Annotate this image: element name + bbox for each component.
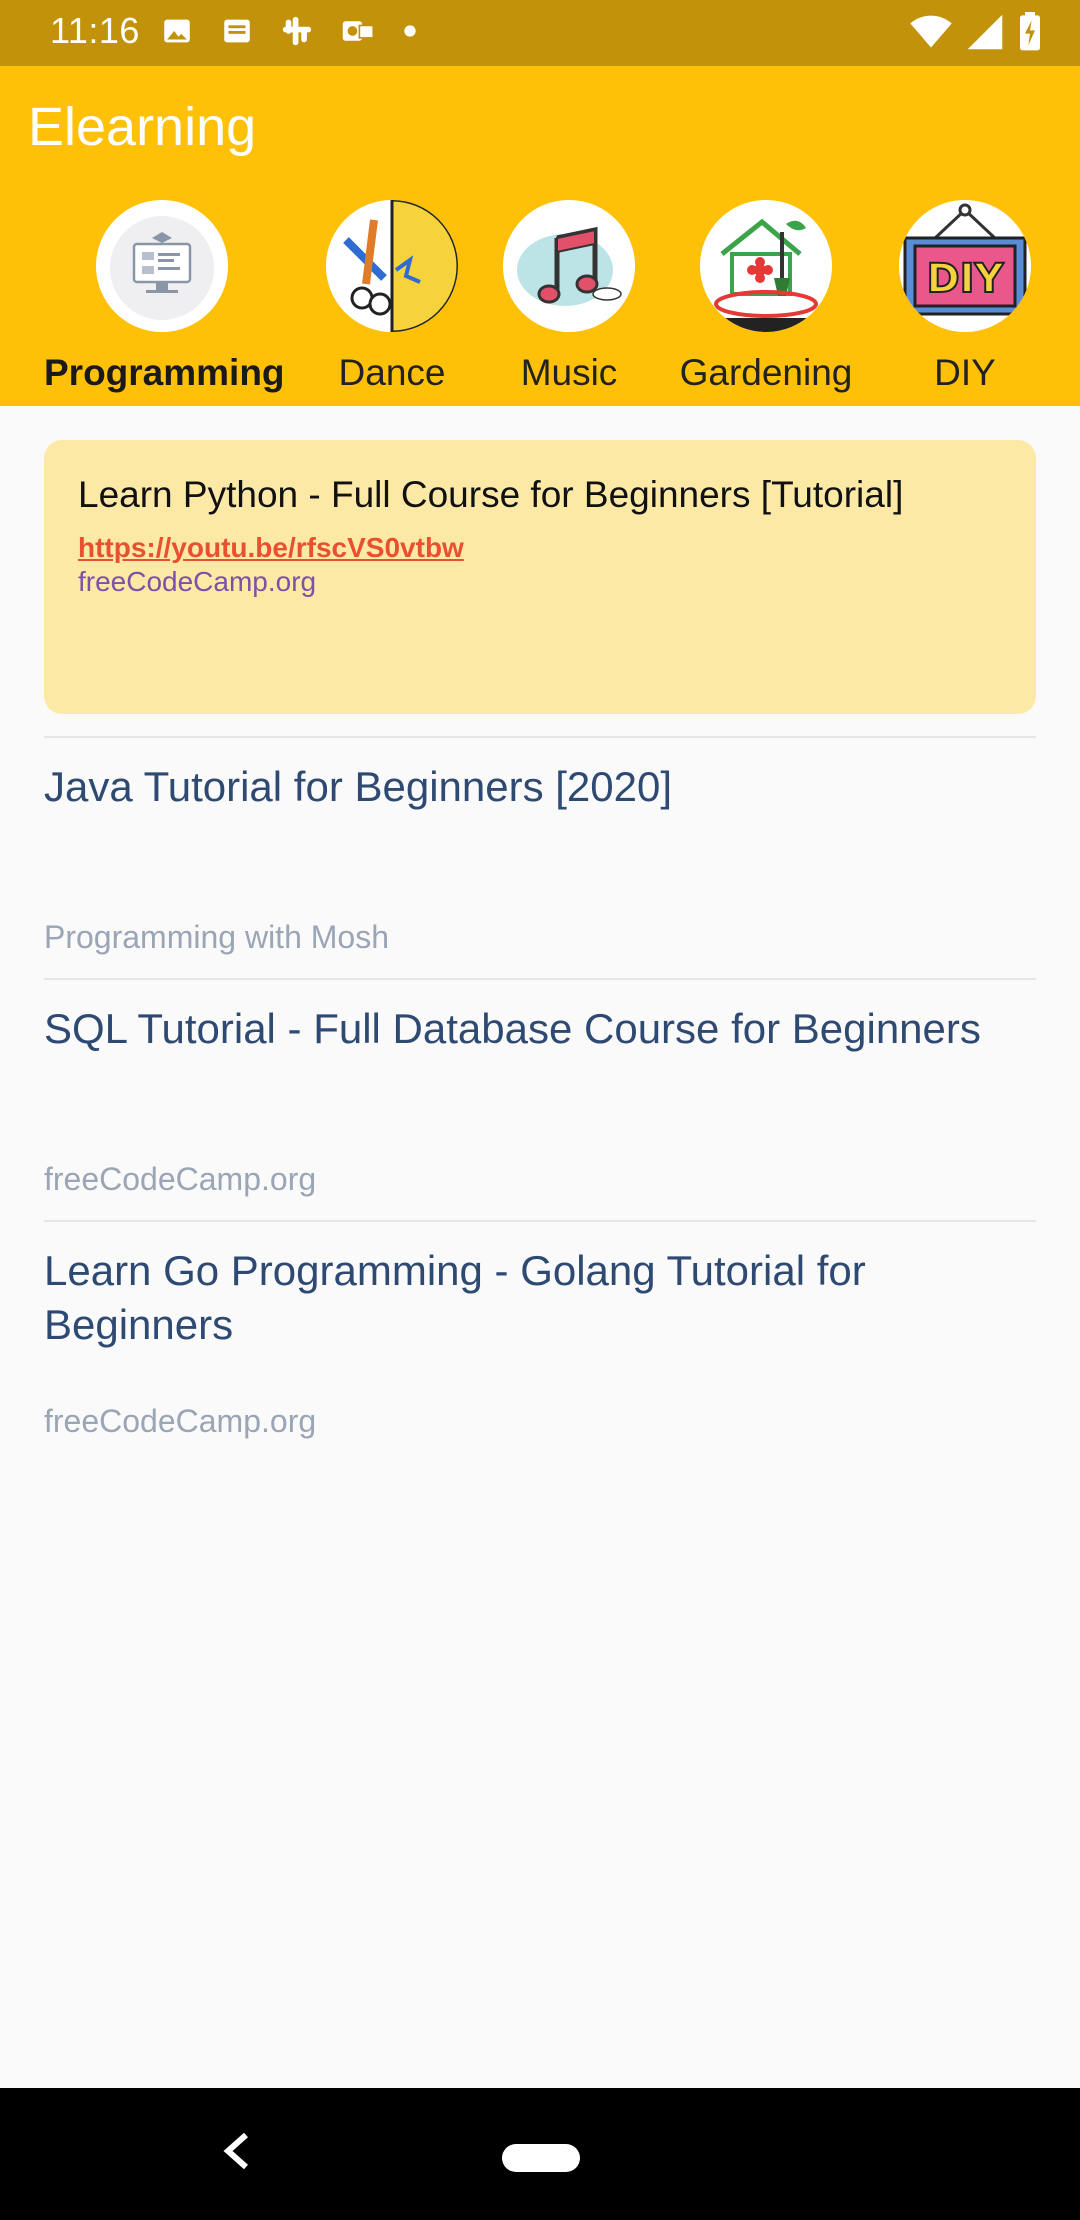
featured-video-link[interactable]: https://youtu.be/rfscVS0vtbw [78, 532, 1002, 564]
app-bar: Elearning Programming Dance Music Garden… [0, 66, 1080, 406]
gardening-icon [700, 200, 832, 332]
category-label: Programming [44, 352, 285, 393]
status-time: 11:16 [50, 10, 140, 51]
dot-icon [400, 14, 438, 52]
home-pill-icon[interactable] [502, 2144, 580, 2172]
status-bar: 11:16 [0, 0, 1080, 66]
category-programming[interactable]: Programming [44, 200, 285, 394]
message-icon [220, 14, 258, 52]
computer-icon [96, 200, 228, 332]
video-title: SQL Tutorial - Full Database Course for … [44, 1005, 981, 1052]
navigation-bar [0, 2088, 1080, 2220]
video-title: Java Tutorial for Beginners [2020] [44, 763, 673, 810]
signal-icon [966, 13, 1004, 56]
video-title: Learn Go Programming - Golang Tutorial f… [44, 1247, 866, 1348]
diy-sign-icon: DIY [899, 200, 1031, 332]
category-music[interactable]: Music [482, 200, 656, 394]
music-note-icon [503, 200, 635, 332]
category-dance[interactable]: Dance [310, 200, 474, 394]
featured-video-card[interactable]: Learn Python - Full Course for Beginners… [44, 440, 1036, 714]
image-icon [160, 14, 198, 52]
back-icon[interactable] [222, 2128, 252, 2183]
video-channel: freeCodeCamp.org [44, 1403, 317, 1439]
system-icons [910, 12, 1042, 57]
category-label: DIY [934, 352, 996, 393]
outlook-icon [340, 14, 378, 52]
category-label: Music [520, 352, 618, 393]
category-label: Gardening [679, 352, 853, 393]
video-list: Learn Python - Full Course for Beginners… [44, 440, 1036, 1462]
featured-video-title: Learn Python - Full Course for Beginners… [78, 474, 904, 515]
category-gardening[interactable]: Gardening [666, 200, 866, 394]
category-diy[interactable]: DIY DIY [898, 200, 1032, 394]
list-item[interactable]: Java Tutorial for Beginners [2020] Progr… [44, 736, 1036, 978]
video-channel: freeCodeCamp.org [44, 1161, 317, 1197]
video-channel: Programming with Mosh [44, 919, 389, 955]
notification-icons [160, 14, 438, 52]
list-item[interactable]: Learn Go Programming - Golang Tutorial f… [44, 1220, 1036, 1462]
slack-icon [280, 14, 318, 52]
featured-video-channel: freeCodeCamp.org [78, 566, 317, 597]
category-label: Dance [338, 352, 446, 393]
battery-charging-icon [1018, 12, 1042, 57]
dance-icon [326, 200, 458, 332]
app-title: Elearning [28, 97, 257, 157]
list-item[interactable]: SQL Tutorial - Full Database Course for … [44, 978, 1036, 1220]
svg-text:DIY: DIY [926, 256, 1004, 302]
wifi-icon [910, 13, 952, 56]
